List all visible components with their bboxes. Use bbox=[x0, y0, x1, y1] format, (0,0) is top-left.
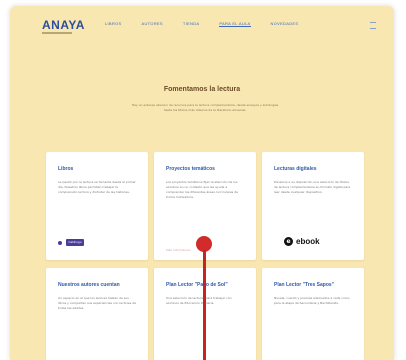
card-title: Nuestros autores cuentan bbox=[58, 282, 120, 288]
card-title: Plan Lector "Tres Sapos" bbox=[274, 282, 335, 288]
ebook-icon: e bbox=[284, 237, 293, 246]
top-navigation: ANAYA LIBROS AUTORES TIENDA PARA EL AULA… bbox=[10, 6, 394, 44]
nav-item-autores[interactable]: AUTORES bbox=[141, 21, 162, 27]
card-text: Un espacio en el que los autores hablan … bbox=[58, 296, 136, 310]
nav-item-para-el-aula[interactable]: PARA EL AULA bbox=[219, 21, 251, 27]
nav-item-libros[interactable]: LIBROS bbox=[105, 21, 121, 27]
pointer-line bbox=[203, 250, 206, 360]
card-plan-lector-tres-sapos[interactable]: Plan Lector "Tres Sapos" Novela, cuento … bbox=[262, 268, 364, 360]
card-title: Proyectos temáticos bbox=[166, 166, 215, 172]
badge-label: Catálogo bbox=[66, 239, 84, 246]
card-title: Lecturas digitales bbox=[274, 166, 317, 172]
page-title: Fomentamos la lectura bbox=[163, 86, 241, 93]
nav-item-novedades[interactable]: NOVEDADES bbox=[271, 21, 299, 27]
ebook-label: ebook bbox=[296, 237, 320, 246]
page-intro: Hay un extenso abanico de recursos para … bbox=[131, 103, 279, 112]
card-libros[interactable]: Libros La pasión por la lectura se fomen… bbox=[46, 152, 148, 260]
logo-underline bbox=[42, 32, 72, 34]
badge-icon bbox=[58, 240, 62, 245]
card-title: Plan Lector "Paso de Sol" bbox=[166, 282, 228, 288]
anaya-logo[interactable]: ANAYA bbox=[42, 18, 85, 32]
ebook-logo[interactable]: e ebook bbox=[284, 237, 320, 246]
card-badge[interactable]: Catálogo bbox=[58, 239, 84, 246]
card-text: Ponemos a su disposición una selección d… bbox=[274, 180, 351, 194]
card-title: Libros bbox=[58, 166, 74, 172]
browser-page: ANAYA LIBROS AUTORES TIENDA PARA EL AULA… bbox=[10, 6, 394, 360]
nav-item-tienda[interactable]: TIENDA bbox=[183, 21, 199, 27]
card-lecturas-digitales[interactable]: Lecturas digitales Ponemos a su disposic… bbox=[262, 152, 364, 260]
card-text: Novela, cuento y poemas adecuados a cada… bbox=[274, 296, 350, 305]
nav-menu: LIBROS AUTORES TIENDA PARA EL AULA NOVED… bbox=[105, 21, 298, 27]
card-text: Los proyectos temáticos fijan la atenció… bbox=[166, 180, 238, 199]
card-link[interactable]: Más información bbox=[166, 248, 191, 252]
menu-icon[interactable] bbox=[370, 22, 376, 29]
card-nuestros-autores[interactable]: Nuestros autores cuentan Un espacio en e… bbox=[46, 268, 148, 360]
card-text: La pasión por la lectura se fomenta desd… bbox=[58, 180, 136, 194]
